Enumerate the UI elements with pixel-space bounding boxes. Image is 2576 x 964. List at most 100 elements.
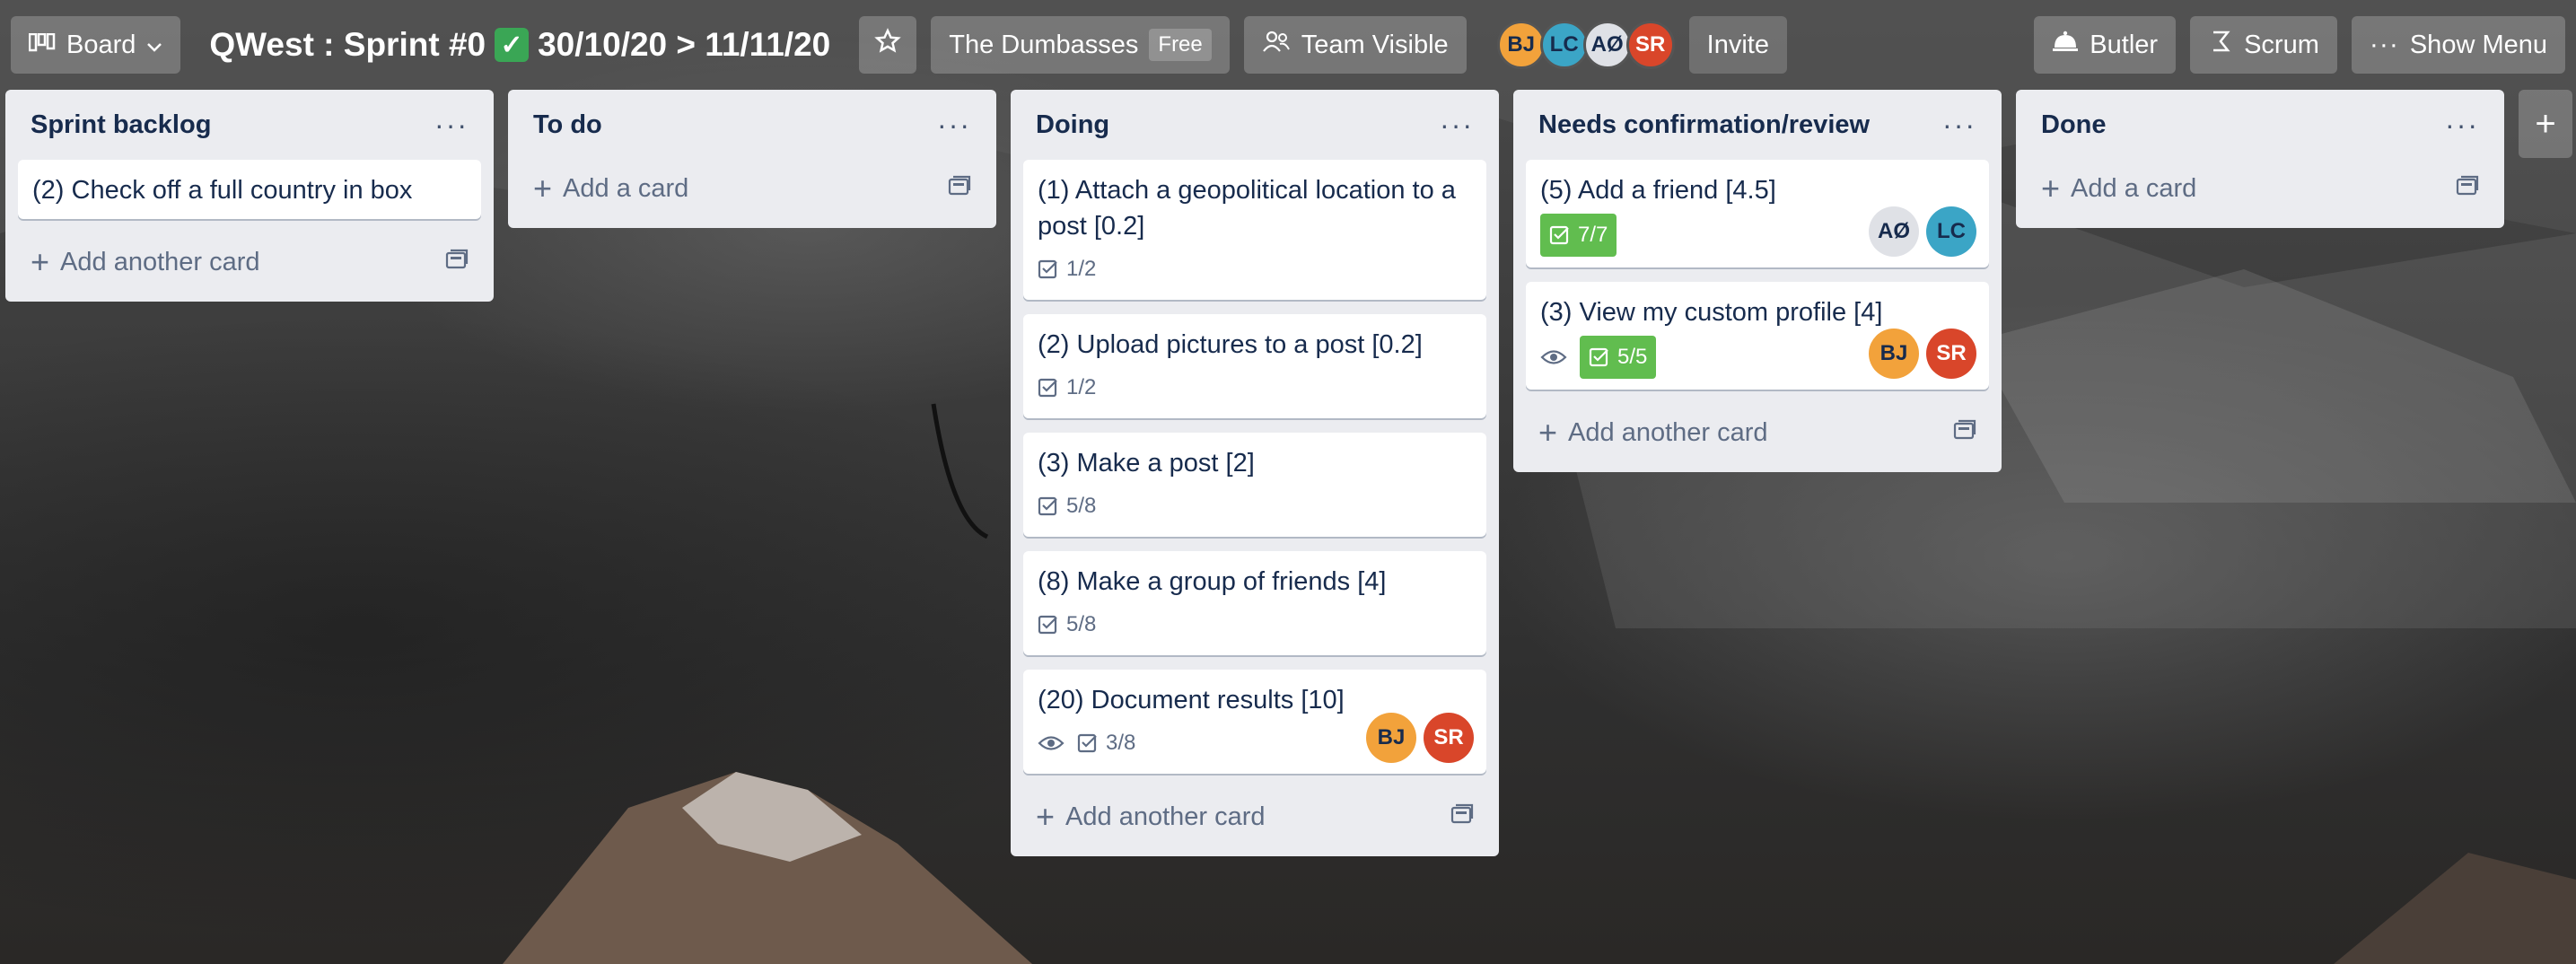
checklist-count: 5/5 bbox=[1617, 345, 1648, 369]
checklist-count: 1/2 bbox=[1066, 375, 1097, 399]
list-title[interactable]: To do bbox=[533, 110, 602, 140]
list-title[interactable]: Sprint backlog bbox=[31, 110, 211, 140]
add-card-button[interactable]: + Add a card bbox=[2041, 172, 2196, 205]
team-visibility-icon bbox=[1262, 30, 1291, 60]
list-done: Done ··· + Add a card bbox=[2016, 90, 2504, 228]
plus-icon: + bbox=[1036, 798, 1056, 835]
visibility-button[interactable]: Team Visible bbox=[1243, 16, 1467, 74]
board-header: Board QWest : Sprint #0 ✓ 30/10/20 > 11/… bbox=[0, 0, 2576, 90]
checklist-icon bbox=[1038, 496, 1057, 516]
board-lists: Sprint backlog ··· (2) Check off a full … bbox=[5, 90, 2572, 856]
member-avatar[interactable]: SR bbox=[1625, 21, 1675, 69]
card[interactable]: (1) Attach a geopolitical location to a … bbox=[1023, 160, 1486, 300]
checklist-count: 5/8 bbox=[1066, 494, 1097, 518]
checklist-count: 5/8 bbox=[1066, 612, 1097, 636]
list-menu-icon[interactable]: ··· bbox=[1440, 110, 1474, 139]
card[interactable]: (8) Make a group of friends [4] 5/8 bbox=[1023, 551, 1486, 655]
card-member-avatar[interactable]: BJ bbox=[1366, 713, 1416, 763]
list-header: To do ··· bbox=[521, 90, 984, 160]
plus-icon: + bbox=[533, 170, 553, 206]
scrum-button[interactable]: Scrum bbox=[2190, 16, 2337, 74]
visibility-label: Team Visible bbox=[1301, 30, 1449, 59]
add-list-button[interactable]: + bbox=[2519, 90, 2572, 158]
list-title[interactable]: Doing bbox=[1036, 110, 1109, 140]
list-title[interactable]: Done bbox=[2041, 110, 2107, 140]
board-title-dates: 30/10/20 > 11/11/20 bbox=[538, 26, 831, 63]
card-template-icon[interactable] bbox=[2456, 174, 2479, 204]
list-menu-icon[interactable]: ··· bbox=[1942, 110, 1976, 139]
card[interactable]: (5) Add a friend [4.5] 7/7 AØ LC bbox=[1526, 160, 1989, 267]
plus-icon: + bbox=[2535, 103, 2556, 144]
card-template-icon[interactable] bbox=[948, 174, 971, 204]
card-template-icon[interactable] bbox=[445, 248, 469, 277]
card[interactable]: (3) Make a post [2] 5/8 bbox=[1023, 433, 1486, 537]
card-title: (2) Upload pictures to a post [0.2] bbox=[1038, 330, 1423, 359]
member-avatar[interactable]: BJ bbox=[1496, 21, 1546, 69]
card-template-icon[interactable] bbox=[1953, 418, 1976, 448]
add-card-button[interactable]: + Add another card bbox=[1538, 416, 1768, 449]
add-card-button[interactable]: + Add another card bbox=[31, 246, 260, 278]
check-mark-icon: ✓ bbox=[495, 28, 530, 62]
list-menu-icon[interactable]: ··· bbox=[434, 110, 469, 139]
scrum-powerup-icon bbox=[2208, 29, 2233, 61]
card-badges: 5/8 bbox=[1038, 486, 1472, 526]
card-title: (8) Make a group of friends [4] bbox=[1038, 567, 1387, 596]
member-avatar[interactable]: AØ bbox=[1582, 21, 1632, 69]
card-members: BJ SR bbox=[1366, 713, 1474, 763]
more-dots-icon: ··· bbox=[2369, 30, 2399, 59]
add-card-label: Add another card bbox=[60, 247, 260, 276]
list-title[interactable]: Needs confirmation/review bbox=[1538, 110, 1870, 140]
butler-button[interactable]: Butler bbox=[2034, 16, 2177, 74]
add-card-button[interactable]: + Add a card bbox=[533, 172, 688, 205]
plus-icon: + bbox=[2041, 170, 2061, 206]
card-template-icon[interactable] bbox=[1450, 802, 1474, 832]
plus-icon: + bbox=[1538, 414, 1558, 451]
card[interactable]: (3) View my custom profile [4] 5/5 BJ SR bbox=[1526, 282, 1989, 390]
checklist-badge: 1/2 bbox=[1038, 370, 1096, 406]
team-button[interactable]: The Dumbasses Free bbox=[931, 16, 1230, 74]
eye-icon bbox=[1038, 736, 1065, 750]
list-header: Needs confirmation/review ··· bbox=[1526, 90, 1989, 160]
card-member-avatar[interactable]: LC bbox=[1926, 206, 1976, 257]
card-title: (3) Make a post [2] bbox=[1038, 449, 1255, 478]
checklist-count: 7/7 bbox=[1578, 223, 1608, 247]
add-card-row: + Add a card bbox=[2028, 160, 2492, 217]
add-card-label: Add a card bbox=[563, 173, 689, 203]
watching-badge bbox=[1540, 347, 1567, 367]
team-name: The Dumbasses bbox=[949, 30, 1139, 59]
card-member-avatar[interactable]: SR bbox=[1926, 329, 1976, 379]
board-title[interactable]: QWest : Sprint #0 ✓ 30/10/20 > 11/11/20 bbox=[195, 26, 845, 64]
checklist-icon bbox=[1549, 225, 1569, 245]
add-card-button[interactable]: + Add another card bbox=[1036, 801, 1266, 833]
board-members: BJ LC AØ SR bbox=[1496, 21, 1675, 69]
checklist-badge: 5/8 bbox=[1038, 488, 1096, 524]
add-card-label: Add another card bbox=[1065, 802, 1266, 831]
card-member-avatar[interactable]: SR bbox=[1424, 713, 1474, 763]
member-avatar[interactable]: LC bbox=[1539, 21, 1589, 69]
scrum-label: Scrum bbox=[2244, 30, 2319, 59]
team-plan-badge: Free bbox=[1149, 29, 1212, 61]
list-menu-icon[interactable]: ··· bbox=[937, 110, 971, 139]
eye-icon bbox=[1540, 350, 1567, 364]
card[interactable]: (2) Upload pictures to a post [0.2] 1/2 bbox=[1023, 314, 1486, 418]
add-card-row: + Add another card bbox=[1023, 788, 1486, 846]
card[interactable]: (20) Document results [10] 3/8 BJ SR bbox=[1023, 670, 1486, 774]
card-members: AØ LC bbox=[1869, 206, 1976, 257]
add-card-row: + Add another card bbox=[1526, 404, 1989, 461]
list-to-do: To do ··· + Add a card bbox=[508, 90, 996, 228]
list-menu-icon[interactable]: ··· bbox=[2445, 110, 2479, 139]
card[interactable]: (2) Check off a full country in box bbox=[18, 160, 481, 219]
invite-button[interactable]: Invite bbox=[1688, 16, 1787, 74]
checklist-count: 1/2 bbox=[1066, 257, 1097, 281]
card-members: BJ SR bbox=[1869, 329, 1976, 379]
add-card-row: + Add a card bbox=[521, 160, 984, 217]
star-board-button[interactable] bbox=[859, 16, 917, 74]
card-member-avatar[interactable]: AØ bbox=[1869, 206, 1919, 257]
watching-badge bbox=[1038, 733, 1065, 753]
board-view-switcher[interactable]: Board bbox=[11, 16, 181, 74]
list-header: Sprint backlog ··· bbox=[18, 90, 481, 160]
card-badges: 1/2 bbox=[1038, 250, 1472, 289]
card-member-avatar[interactable]: BJ bbox=[1869, 329, 1919, 379]
checklist-complete-badge: 5/5 bbox=[1580, 336, 1657, 379]
show-menu-button[interactable]: ··· Show Menu bbox=[2351, 16, 2565, 74]
